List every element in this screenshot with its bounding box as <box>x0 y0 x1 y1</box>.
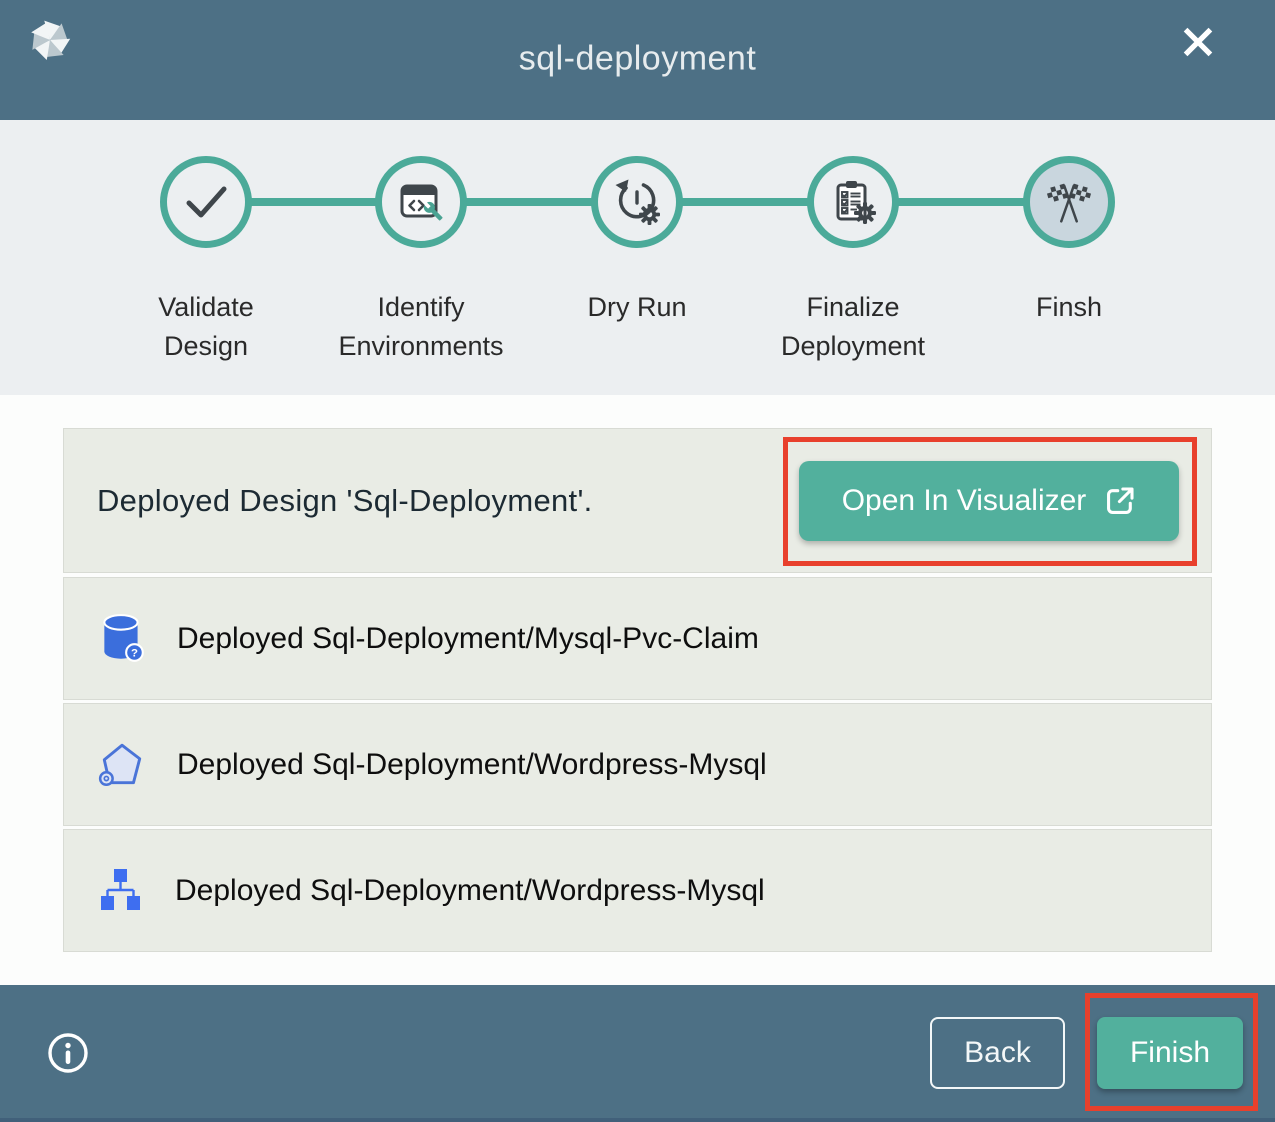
list-item-text: Deployed Sql-Deployment/Wordpress-Mysql <box>175 874 765 908</box>
step-circle-dry-run <box>591 156 683 248</box>
deployment-stepper: Validate Design Identify Environments <box>0 120 1275 395</box>
list-item-text: Deployed Sql-Deployment/Mysql-Pvc-Claim <box>177 622 759 656</box>
list-item-text: Deployed Sql-Deployment/Wordpress-Mysql <box>177 748 767 782</box>
close-icon[interactable] <box>1177 21 1219 63</box>
dialog-title: sql-deployment <box>519 40 757 79</box>
step-finish: Finsh <box>954 156 1184 327</box>
step-circle-validate <box>160 156 252 248</box>
external-link-icon <box>1104 485 1136 517</box>
dry-run-icon <box>613 178 661 226</box>
step-label: Dry Run <box>587 288 686 327</box>
step-label: Finalize Deployment <box>764 288 942 366</box>
meshery-logo-icon <box>27 17 73 63</box>
step-label: Finsh <box>1036 288 1102 327</box>
summary-row: Deployed Design 'Sql-Deployment'. Open I… <box>63 428 1212 573</box>
clipboard-gear-icon <box>829 178 877 226</box>
step-label: Validate Design <box>117 288 295 366</box>
step-identify-environments: Identify Environments <box>306 156 536 366</box>
summary-text: Deployed Design 'Sql-Deployment'. <box>97 483 593 519</box>
back-button[interactable]: Back <box>930 1017 1065 1089</box>
dialog-header: sql-deployment <box>0 0 1275 120</box>
step-circle-finish <box>1023 156 1115 248</box>
step-finalize-deployment: Finalize Deployment <box>738 156 968 366</box>
pvc-badge-text: ? <box>131 647 138 659</box>
info-icon[interactable] <box>46 1031 90 1075</box>
list-item: ? Deployed Sql-Deployment/Mysql-Pvc-Clai… <box>63 577 1212 700</box>
pvc-database-icon: ? <box>97 612 147 666</box>
list-item: Deployed Sql-Deployment/Wordpress-Mysql <box>63 703 1212 826</box>
workload-hierarchy-icon <box>97 867 145 915</box>
code-wrench-icon <box>397 178 445 226</box>
finish-button[interactable]: Finish <box>1097 1017 1243 1089</box>
deployment-wizard-dialog: sql-deployment Validate Design <box>0 0 1275 1122</box>
step-circle-finalize <box>807 156 899 248</box>
namespace-pentagon-icon <box>97 740 147 790</box>
deployment-results: Deployed Design 'Sql-Deployment'. Open I… <box>0 395 1275 985</box>
step-label: Identify Environments <box>332 288 510 366</box>
open-in-visualizer-label: Open In Visualizer <box>842 484 1087 518</box>
step-circle-identify <box>375 156 467 248</box>
step-validate-design: Validate Design <box>91 156 321 366</box>
list-item: Deployed Sql-Deployment/Wordpress-Mysql <box>63 829 1212 952</box>
open-in-visualizer-button[interactable]: Open In Visualizer <box>799 461 1179 541</box>
check-icon <box>167 163 245 241</box>
finish-flags-icon <box>1042 175 1096 229</box>
dialog-footer: Back Finish <box>0 985 1275 1122</box>
step-dry-run: Dry Run <box>522 156 752 327</box>
